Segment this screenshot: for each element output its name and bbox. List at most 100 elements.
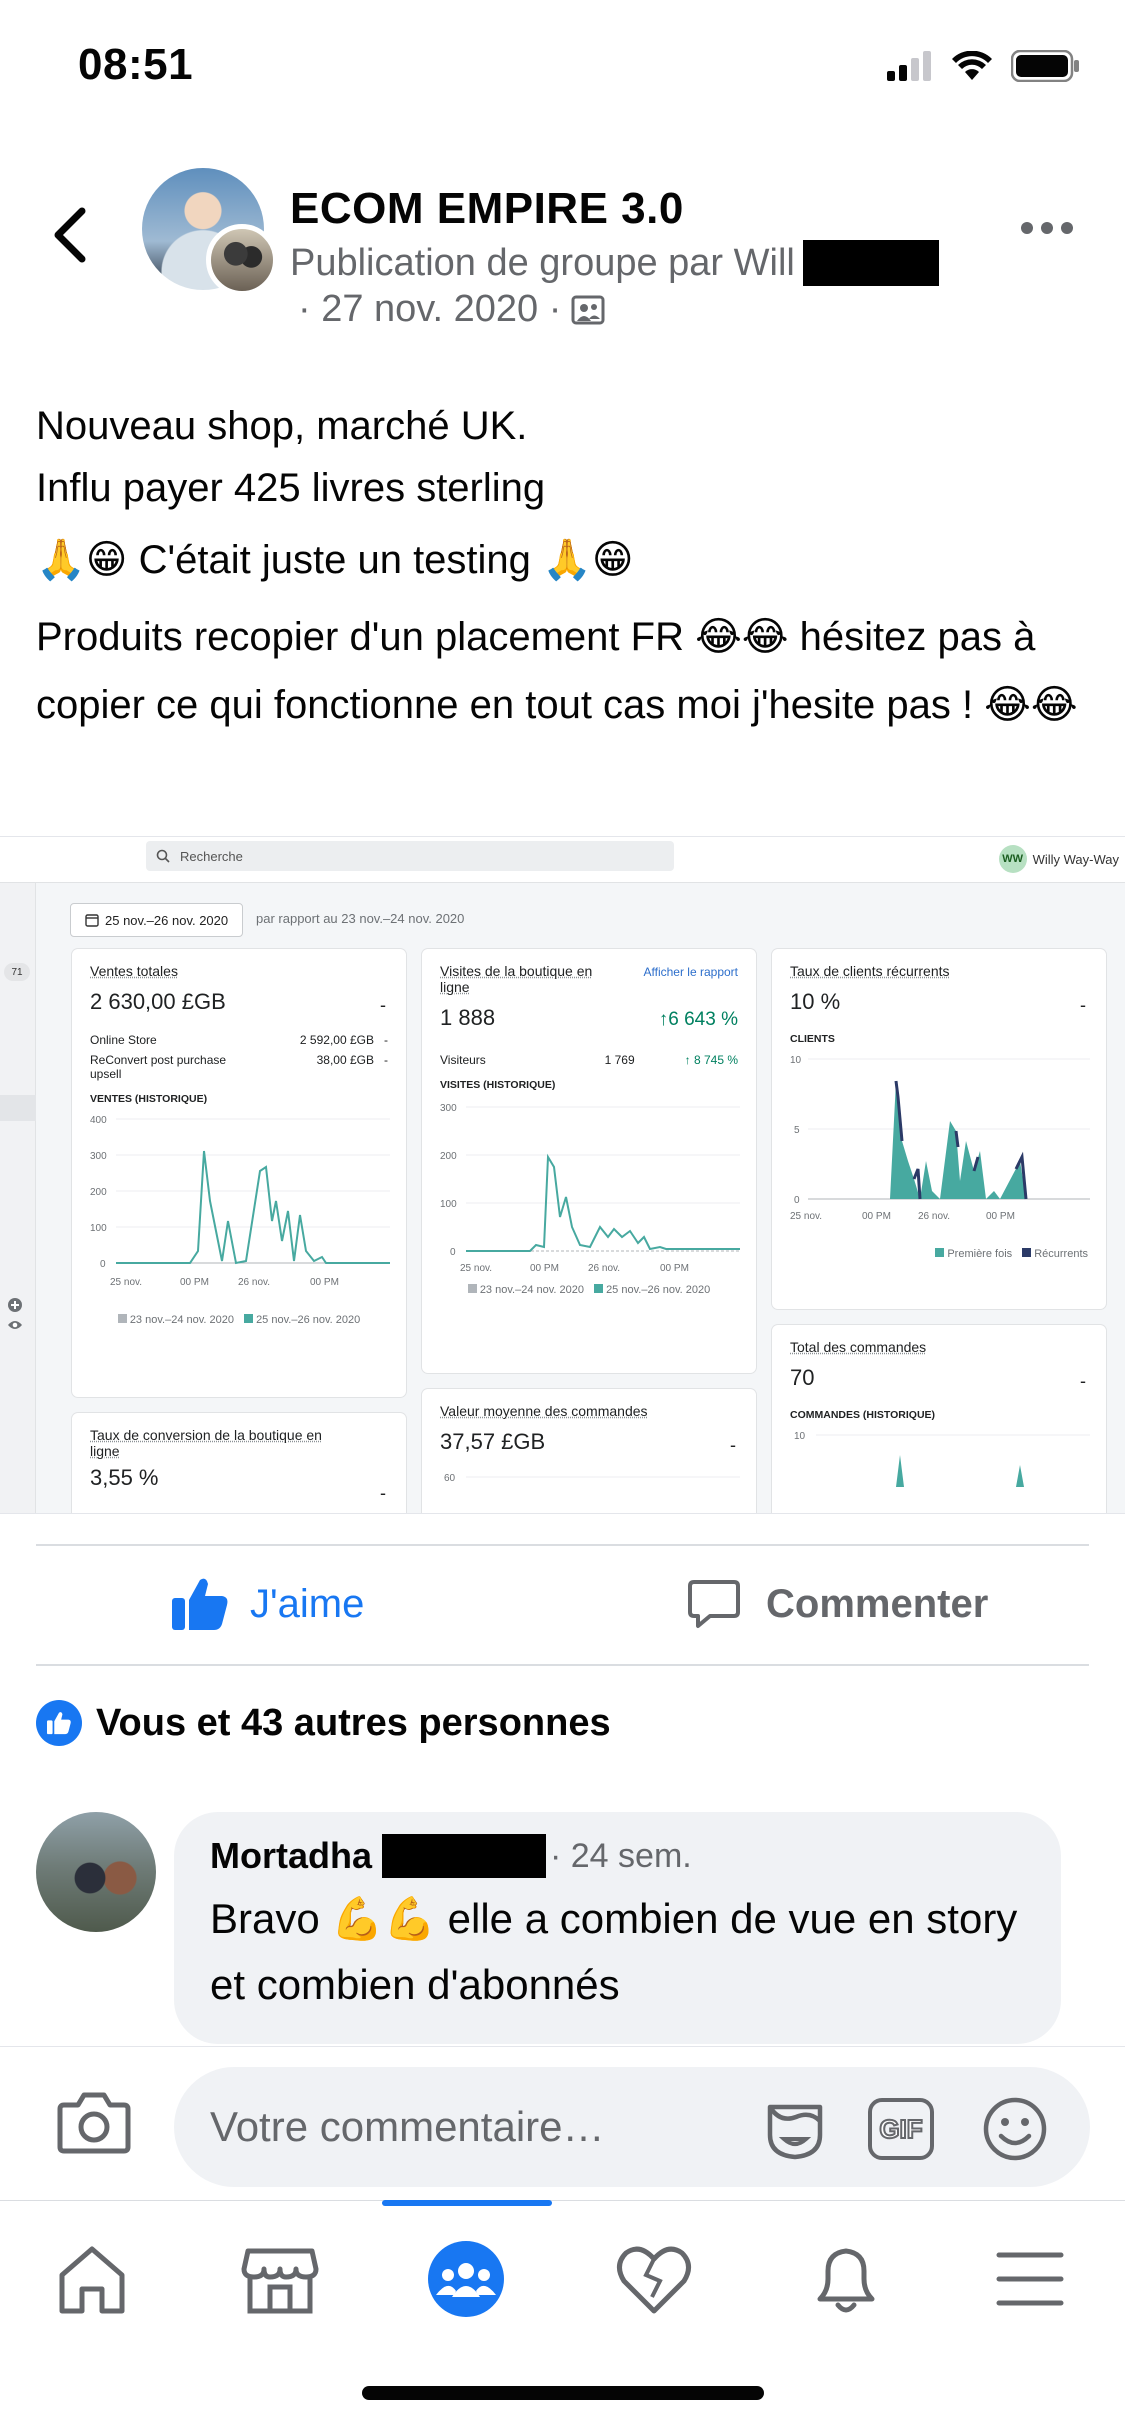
thumbs-up-icon xyxy=(172,1578,228,1630)
visits-card-change: ↑6 643 % xyxy=(658,1009,738,1030)
gif-button[interactable]: GIF xyxy=(866,2097,936,2161)
sales-y-tick: 400 xyxy=(90,1115,107,1126)
tab-dating[interactable] xyxy=(594,2229,714,2329)
sales-y-tick: 0 xyxy=(100,1259,106,1270)
tab-marketplace[interactable] xyxy=(220,2229,340,2329)
sales-y-tick: 100 xyxy=(90,1223,107,1234)
comment-bubble[interactable]: Mortadha · 24 sem. Bravo 💪💪 elle a combi… xyxy=(174,1812,1061,2044)
visits-legend: 23 nov.–24 nov. 2020 25 nov.–26 nov. 202… xyxy=(440,1284,738,1296)
returning-legend: Première fois Récurrents xyxy=(790,1248,1088,1260)
comment-text: Bravo 💪💪 elle a combien de vue en story … xyxy=(210,1895,1018,2008)
image-search: Recherche xyxy=(146,841,674,871)
returning-area-chart: 10 5 0 25 nov. 00 PM 26 nov. 00 PM xyxy=(790,1055,1090,1222)
conversion-card-title: Taux de conversion de la boutique en lig… xyxy=(90,1427,322,1459)
post-text: Nouveau shop, marché UK. Influ payer 425… xyxy=(36,395,1096,739)
home-icon xyxy=(59,2246,125,2314)
post-date[interactable]: · 27 nov. 2020 · xyxy=(298,288,561,331)
like-button[interactable]: J'aime xyxy=(170,1576,364,1632)
status-time: 08:51 xyxy=(78,40,194,89)
comment-field[interactable]: GIF xyxy=(174,2067,1090,2187)
marketplace-icon xyxy=(241,2248,319,2314)
sales-row-reconvert: ReConvert post purchase upsell 38,00 £GB… xyxy=(90,1053,388,1081)
tab-menu[interactable] xyxy=(970,2229,1090,2329)
visits-card: Visites de la boutique en ligne Afficher… xyxy=(422,949,756,1373)
visits-y-tick: 0 xyxy=(450,1247,456,1258)
sales-card-title: Ventes totales xyxy=(90,963,178,979)
image-user-initials: WW xyxy=(998,845,1027,873)
visits-x-tick: 25 nov. xyxy=(460,1263,492,1273)
like-label: J'aime xyxy=(250,1581,365,1626)
orders-card-value: 70 xyxy=(790,1365,815,1390)
sales-card: Ventes totales 2 630,00 £GB - Online Sto… xyxy=(72,949,406,1397)
orders-card: Total des commandes 70 - COMMANDES (HIST… xyxy=(772,1325,1106,1513)
image-sidebar-highlight xyxy=(0,1095,36,1121)
aov-card-title: Valeur moyenne des commandes xyxy=(440,1403,648,1419)
back-button[interactable] xyxy=(40,200,100,270)
redaction-bar xyxy=(382,1834,546,1878)
signal-icon xyxy=(887,51,933,86)
sales-x-tick: 26 nov. xyxy=(238,1277,270,1288)
image-user-name: Willy Way-Way xyxy=(1032,851,1119,867)
reactions-summary[interactable]: Vous et 43 autres personnes xyxy=(36,1700,611,1746)
comment-label: Commenter xyxy=(766,1581,989,1626)
visits-report-link[interactable]: Afficher le rapport xyxy=(644,965,739,979)
orders-y-tick: 10 xyxy=(794,1431,806,1442)
returning-card-dash: - xyxy=(1080,995,1086,1015)
aov-chart: 60 xyxy=(444,1473,740,1484)
visits-y-tick: 100 xyxy=(440,1199,457,1210)
calendar-icon xyxy=(85,914,99,927)
clients-y-tick: 0 xyxy=(794,1195,800,1206)
image-date-range-text: 25 nov.–26 nov. 2020 xyxy=(105,912,229,928)
clients-y-tick: 10 xyxy=(790,1055,802,1066)
avatar-sticker-button[interactable] xyxy=(760,2097,830,2161)
sticker-icon xyxy=(767,2104,823,2160)
tab-notifications[interactable] xyxy=(786,2229,906,2329)
sales-row-online-store: Online Store 2 592,00 £GB - xyxy=(90,1033,388,1047)
sales-x-tick: 00 PM xyxy=(310,1277,339,1288)
battery-icon xyxy=(1010,49,1081,87)
post-actions: J'aime Commenter xyxy=(0,1546,1125,1666)
conversion-card: Taux de conversion de la boutique en lig… xyxy=(72,1413,406,1513)
comment-time: · 24 sem. xyxy=(550,1836,692,1875)
redaction-bar xyxy=(802,240,939,286)
clients-x-tick: 00 PM xyxy=(862,1211,891,1222)
status-icons xyxy=(887,49,1081,87)
post-meta-author[interactable]: Publication de groupe par Will xyxy=(290,242,795,285)
camera-button[interactable] xyxy=(56,2087,132,2157)
emoji-button[interactable] xyxy=(980,2097,1050,2161)
sales-chart-label: VENTES (HISTORIQUE) xyxy=(90,1093,208,1105)
image-sidebar: 71 xyxy=(0,883,36,1513)
tab-groups[interactable] xyxy=(406,2229,526,2329)
comment-button[interactable]: Commenter xyxy=(686,1576,988,1632)
divider xyxy=(36,1664,1089,1666)
more-dots-icon xyxy=(1021,222,1033,234)
orders-card-title: Total des commandes xyxy=(790,1339,927,1355)
tab-home[interactable] xyxy=(32,2229,152,2329)
group-name[interactable]: ECOM EMPIRE 3.0 xyxy=(290,184,684,234)
post-image[interactable]: Recherche WW Willy Way-Way 71 25 nov.–26… xyxy=(0,836,1125,1514)
orders-chart-label: COMMANDES (HISTORIQUE) xyxy=(790,1409,936,1421)
aov-card: Valeur moyenne des commandes 37,57 £GB -… xyxy=(422,1389,756,1513)
status-bar: 08:51 xyxy=(0,0,1125,140)
visits-card-title: Visites de la boutique en ligne xyxy=(440,963,593,995)
orders-chart: 10 xyxy=(794,1431,1090,1487)
comment-input[interactable] xyxy=(210,2067,770,2187)
post-text-line: Influ payer 425 livres sterling xyxy=(36,466,546,510)
image-user: WW Willy Way-Way xyxy=(998,845,1119,873)
hamburger-menu-icon xyxy=(996,2252,1064,2306)
sales-y-tick: 300 xyxy=(90,1151,107,1162)
home-indicator xyxy=(362,2386,764,2400)
visits-x-tick: 00 PM xyxy=(660,1263,689,1273)
clients-x-tick: 25 nov. xyxy=(790,1211,822,1222)
commenter-avatar[interactable] xyxy=(36,1812,156,1932)
more-options-button[interactable] xyxy=(1021,222,1073,234)
author-avatar[interactable] xyxy=(206,224,278,296)
reactions-text: Vous et 43 autres personnes xyxy=(96,1701,611,1744)
groups-icon xyxy=(428,2241,504,2317)
smiley-icon xyxy=(983,2097,1047,2161)
chevron-left-icon xyxy=(54,207,86,263)
sales-card-dash: - xyxy=(380,995,386,1015)
comment-author[interactable]: Mortadha xyxy=(210,1835,372,1877)
camera-icon xyxy=(57,2092,131,2154)
post-meta: Publication de groupe par Will xyxy=(290,240,939,286)
